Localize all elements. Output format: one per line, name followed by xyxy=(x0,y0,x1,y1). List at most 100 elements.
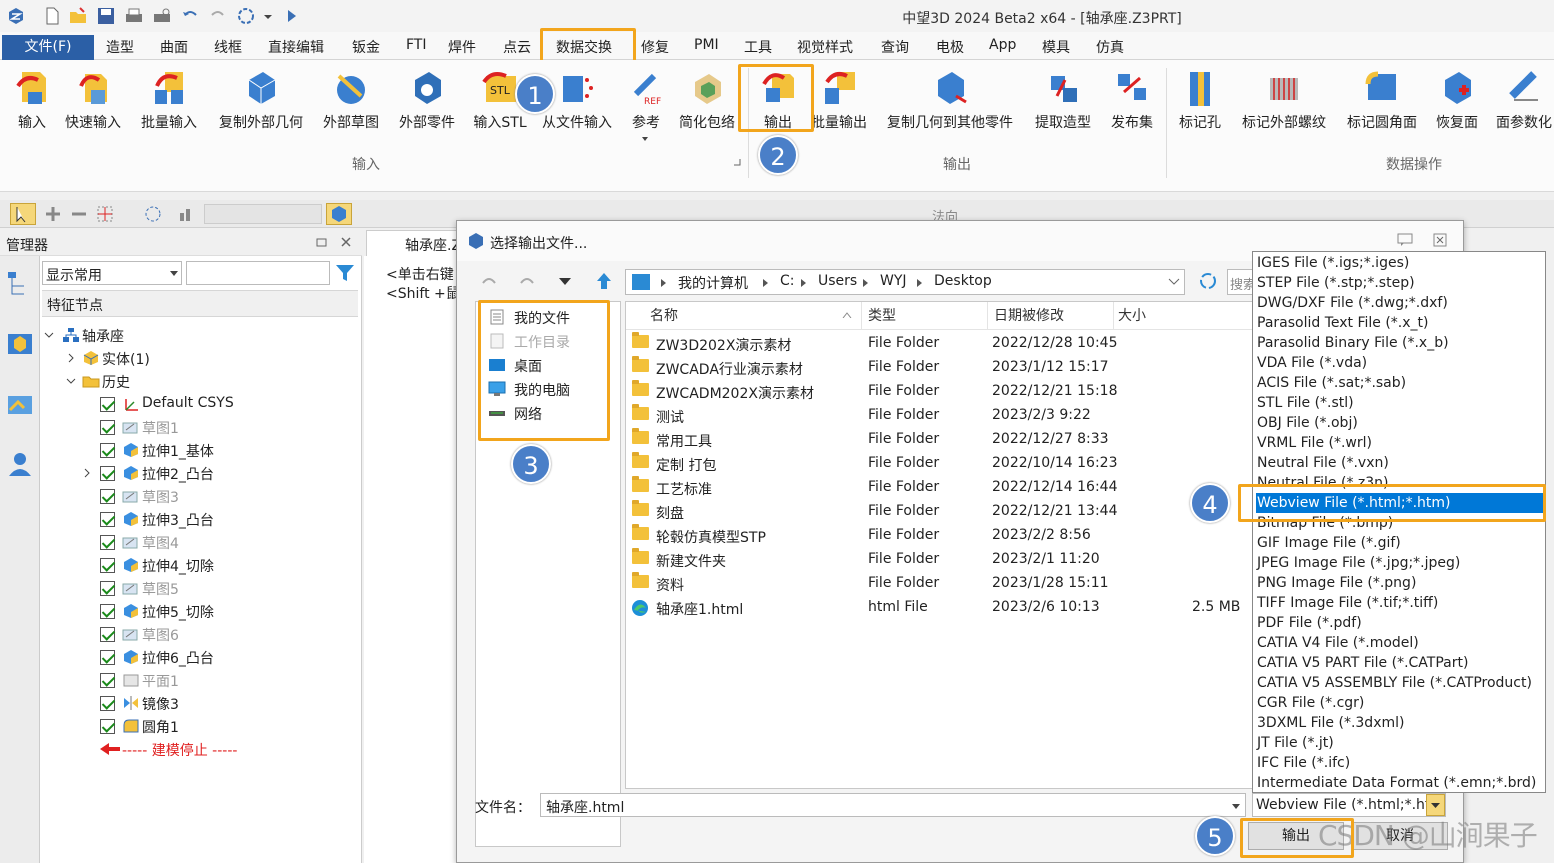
visibility-checkbox[interactable] xyxy=(100,696,115,711)
file-row[interactable]: ZWCADM202X演示素材 File Folder 2022/12/21 15:1… xyxy=(626,380,1254,404)
chevron-down-icon[interactable] xyxy=(66,376,76,386)
file-type-option[interactable]: PDF File (*.pdf) xyxy=(1256,613,1544,633)
file-row[interactable]: 轴承座1.html html File 2023/2/6 10:13 2.5 MB xyxy=(626,596,1254,620)
batch-import-button[interactable]: 批量输入 xyxy=(138,60,200,134)
graphics-area[interactable]: <单击右键 <Shift +鼠 xyxy=(364,256,460,863)
breadcrumb-item[interactable]: C: xyxy=(780,273,795,289)
chevron-down-icon[interactable] xyxy=(44,330,54,340)
tree-node[interactable]: 镜像3 xyxy=(42,692,360,715)
modeling-stop-marker[interactable]: ----- 建模停止 ----- xyxy=(42,738,360,761)
visibility-checkbox[interactable] xyxy=(100,420,115,435)
publish-set-button[interactable]: 发布集 xyxy=(1104,60,1160,134)
file-row[interactable]: 刻盘 File Folder 2022/12/21 13:44 xyxy=(626,500,1254,524)
mark-external-thread-button[interactable]: 标记外部螺纹 xyxy=(1236,60,1332,134)
file-type-option[interactable]: VDA File (*.vda) xyxy=(1256,353,1544,373)
menu-repair[interactable]: 修复 xyxy=(641,37,669,57)
external-sketch-button[interactable]: 外部草图 xyxy=(318,60,384,134)
column-date-modified[interactable]: 日期被修改 xyxy=(988,302,1114,330)
file-type-option[interactable]: STEP File (*.stp;*.step) xyxy=(1256,273,1544,293)
menu-pmi[interactable]: PMI xyxy=(694,37,719,53)
file-type-option[interactable]: VRML File (*.wrl) xyxy=(1256,433,1544,453)
visibility-checkbox[interactable] xyxy=(100,466,115,481)
batch-export-button[interactable]: 批量输出 xyxy=(810,60,868,134)
visibility-checkbox[interactable] xyxy=(100,535,115,550)
breadcrumb-item[interactable]: WYJ xyxy=(880,273,907,289)
quick-import-button[interactable]: 快速输入 xyxy=(62,60,124,134)
file-type-option[interactable]: Intermediate Data Format (*.emn;*.brd) xyxy=(1256,773,1544,793)
tree-node[interactable]: 拉伸4_切除 xyxy=(42,554,360,577)
menu-simulation[interactable]: 仿真 xyxy=(1096,37,1124,57)
file-type-option[interactable]: CATIA V4 File (*.model) xyxy=(1256,633,1544,653)
back-icon[interactable] xyxy=(479,273,499,289)
file-type-option[interactable]: OBJ File (*.obj) xyxy=(1256,413,1544,433)
file-type-option[interactable]: CATIA V5 ASSEMBLY File (*.CATProduct) xyxy=(1256,673,1544,693)
file-type-option[interactable]: TIFF Image File (*.tif;*.tiff) xyxy=(1256,593,1544,613)
document-tab[interactable]: 轴承座.Z xyxy=(366,230,466,256)
visibility-checkbox[interactable] xyxy=(100,650,115,665)
comment-icon[interactable] xyxy=(1397,233,1413,247)
menu-surface[interactable]: 曲面 xyxy=(160,37,188,57)
visibility-checkbox[interactable] xyxy=(100,443,115,458)
visibility-checkbox[interactable] xyxy=(100,397,115,412)
menu-electrode[interactable]: 电极 xyxy=(936,37,964,57)
close-icon[interactable] xyxy=(1433,233,1447,247)
visibility-checkbox[interactable] xyxy=(100,673,115,688)
tree-node[interactable]: 拉伸3_凸台 xyxy=(42,508,360,531)
file-type-option[interactable]: CGR File (*.cgr) xyxy=(1256,693,1544,713)
file-type-option[interactable]: PNG Image File (*.png) xyxy=(1256,573,1544,593)
file-type-option[interactable]: IGES File (*.igs;*.iges) xyxy=(1256,253,1544,273)
menu-fti[interactable]: FTI xyxy=(406,37,427,53)
visibility-checkbox[interactable] xyxy=(100,627,115,642)
address-bar[interactable]: 我的计算机 C: Users WYJ Desktop xyxy=(625,269,1185,295)
extract-shape-button[interactable]: 提取造型 xyxy=(1030,60,1096,134)
visibility-checkbox[interactable] xyxy=(100,512,115,527)
tree-node[interactable]: 拉伸6_凸台 xyxy=(42,646,360,669)
tree-node[interactable]: 草图3 xyxy=(42,485,360,508)
tree-node[interactable]: 平面1 xyxy=(42,669,360,692)
tree-node[interactable]: Default CSYS xyxy=(42,393,360,416)
breadcrumb-item[interactable]: 我的计算机 xyxy=(678,273,748,293)
chevron-right-icon[interactable] xyxy=(66,353,76,363)
tree-node[interactable]: 实体(1) xyxy=(42,347,360,370)
menu-inquiry[interactable]: 查询 xyxy=(881,37,909,57)
lasso-icon[interactable] xyxy=(144,205,162,223)
tree-node[interactable]: 拉伸1_基体 xyxy=(42,439,360,462)
menu-app[interactable]: App xyxy=(989,37,1016,53)
view-manager-icon[interactable] xyxy=(4,328,36,360)
file-type-option[interactable]: GIF Image File (*.gif) xyxy=(1256,533,1544,553)
pick-filter-icon[interactable] xyxy=(10,203,36,225)
tree-node[interactable]: 草图4 xyxy=(42,531,360,554)
breadcrumb-item[interactable]: Desktop xyxy=(934,273,992,289)
filter-funnel-icon[interactable] xyxy=(334,263,356,283)
forward-icon[interactable] xyxy=(517,273,537,289)
tree-node[interactable]: 草图1 xyxy=(42,416,360,439)
menu-modeling[interactable]: 造型 xyxy=(106,37,134,57)
breadcrumb-item[interactable]: Users xyxy=(818,273,857,289)
restore-icon[interactable] xyxy=(316,236,328,248)
file-row[interactable]: 常用工具 File Folder 2022/12/27 8:33 xyxy=(626,428,1254,452)
visibility-checkbox[interactable] xyxy=(100,719,115,734)
menu-weldment[interactable]: 焊件 xyxy=(448,37,476,57)
file-type-option[interactable]: ACIS File (*.sat;*.sab) xyxy=(1256,373,1544,393)
cube-toggle-icon[interactable] xyxy=(326,203,352,225)
chevron-down-icon[interactable] xyxy=(1168,278,1180,286)
group-expand-icon[interactable] xyxy=(732,157,742,167)
import-button[interactable]: 输入 xyxy=(8,60,56,134)
visibility-checkbox[interactable] xyxy=(100,558,115,573)
menu-wireframe[interactable]: 线框 xyxy=(214,37,242,57)
tree-search-input[interactable] xyxy=(186,261,330,285)
tree-node[interactable]: 圆角1 xyxy=(42,715,360,738)
tree-node[interactable]: 草图6 xyxy=(42,623,360,646)
history-tree-icon[interactable] xyxy=(4,268,36,300)
visibility-checkbox[interactable] xyxy=(100,489,115,504)
simplify-wrap-button[interactable]: 简化包络 xyxy=(674,60,740,134)
file-type-option[interactable]: JT File (*.jt) xyxy=(1256,733,1544,753)
menu-tools[interactable]: 工具 xyxy=(744,37,772,57)
file-row[interactable]: ZW3D202X演示素材 File Folder 2022/12/28 10:45 xyxy=(626,332,1254,356)
restore-face-button[interactable]: 恢复面 xyxy=(1432,60,1482,134)
file-menu[interactable]: 文件(F) xyxy=(2,35,94,60)
file-row[interactable]: 新建文件夹 File Folder 2023/2/1 11:20 xyxy=(626,548,1254,572)
visibility-checkbox[interactable] xyxy=(100,581,115,596)
menu-visual-style[interactable]: 视觉样式 xyxy=(797,37,853,57)
filename-input[interactable]: 轴承座.html xyxy=(540,793,1246,817)
